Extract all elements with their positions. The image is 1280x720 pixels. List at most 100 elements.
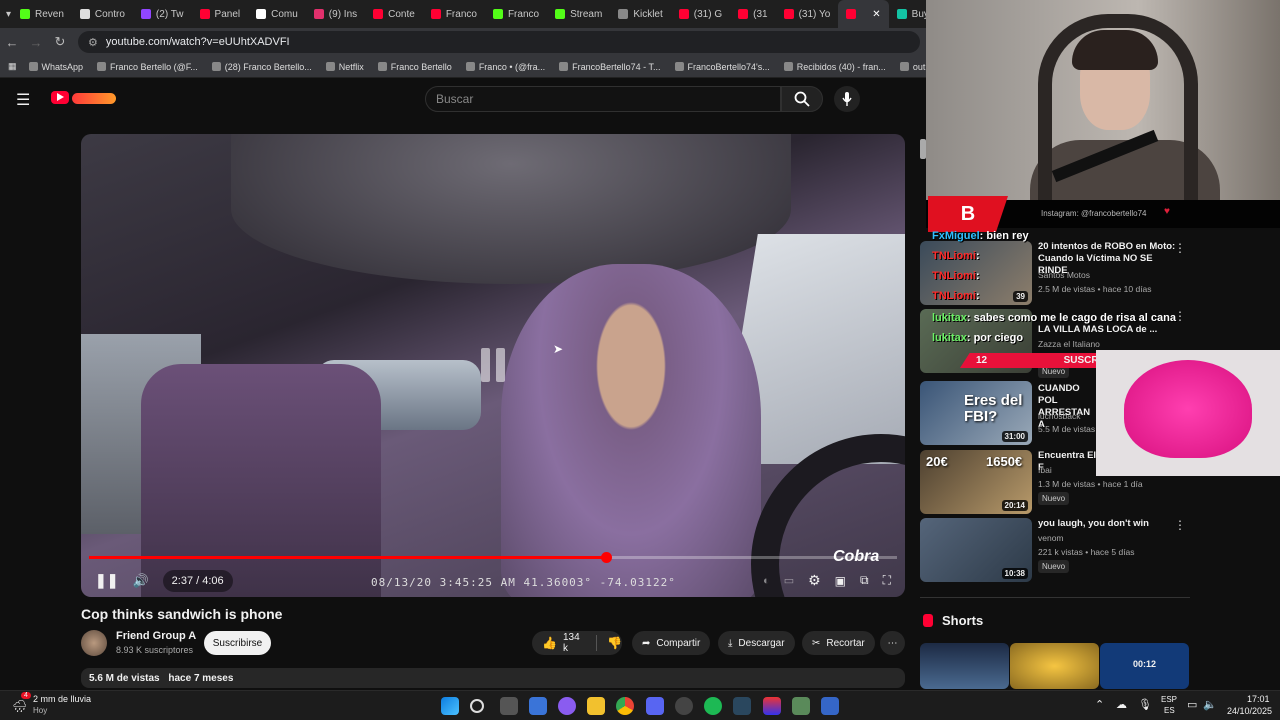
pause-button[interactable]: ❚❚ xyxy=(95,572,118,589)
description-box[interactable]: 5.6 M de vistas hace 7 meses xyxy=(81,668,905,688)
browser-tab[interactable]: Conte xyxy=(365,0,423,28)
video-player[interactable]: ➤ 08/13/20 3:45:25 AM 41.36003° -74.0312… xyxy=(81,134,905,597)
bookmark-item[interactable]: Netflix xyxy=(325,62,364,72)
weather-text[interactable]: 2 mm de lluvia xyxy=(33,694,91,704)
browser-tab[interactable]: (31) Yo xyxy=(776,0,839,28)
file-explorer-icon[interactable] xyxy=(587,697,605,715)
tray-icon[interactable]: ☁ xyxy=(1116,698,1127,711)
browser-tab[interactable]: Reven xyxy=(12,0,72,28)
cast-icon[interactable]: ⧉ xyxy=(860,573,869,588)
subtitles-icon[interactable]: ▭ xyxy=(784,574,794,587)
video-thumbnail[interactable]: Eres del FBI? 31:00 xyxy=(920,381,1032,445)
browser-tab[interactable]: Comu xyxy=(248,0,306,28)
bookmark-item[interactable]: Franco Bertello (@F... xyxy=(97,62,198,72)
browser-tab[interactable]: Kicklet xyxy=(610,0,670,28)
fullscreen-icon[interactable]: ⛶ xyxy=(883,573,891,588)
browser-tab[interactable]: (9) Ins xyxy=(306,0,365,28)
search-button[interactable] xyxy=(781,86,823,112)
browser-tab[interactable]: ✕ xyxy=(838,0,889,28)
app-icon[interactable] xyxy=(792,697,810,715)
site-info-icon[interactable]: ⚙ xyxy=(88,36,98,49)
bookmark-item[interactable]: FrancoBertello74's... xyxy=(674,62,770,72)
youtube-logo[interactable] xyxy=(51,91,69,104)
more-vertical-icon[interactable]: ⋮ xyxy=(1174,518,1186,532)
share-button[interactable]: ➦ Compartir xyxy=(632,631,711,655)
download-button[interactable]: ⤓ Descargar xyxy=(718,631,795,655)
subscribe-button[interactable]: Suscribirse xyxy=(204,631,271,655)
short-thumbnail[interactable] xyxy=(1010,643,1099,689)
video-thumbnail[interactable]: 10:38 xyxy=(920,518,1032,582)
discord-icon[interactable] xyxy=(646,697,664,715)
tray-chevron-icon[interactable]: ⌃ xyxy=(1095,698,1104,711)
bookmark-item[interactable]: Recibidos (40) - fran... xyxy=(783,62,886,72)
channel-avatar[interactable] xyxy=(81,630,107,656)
reload-button[interactable]: ↻ xyxy=(48,34,72,50)
browser-tab[interactable]: Franco xyxy=(423,0,485,28)
progress-bar[interactable] xyxy=(89,552,897,563)
browser-tab[interactable]: Panel xyxy=(192,0,249,28)
app-icon[interactable] xyxy=(821,697,839,715)
apps-icon[interactable]: ▦ xyxy=(8,61,17,72)
clock-date[interactable]: 24/10/2025 xyxy=(1227,706,1272,716)
video-title[interactable]: you laugh, you don't win xyxy=(1038,518,1178,530)
video-title[interactable]: LA VILLA MAS LOCA de ... xyxy=(1038,324,1178,336)
video-channel[interactable]: venom xyxy=(1038,533,1064,543)
chrome-icon[interactable] xyxy=(616,697,634,715)
short-thumbnail[interactable]: 00:12 xyxy=(1100,643,1189,689)
volume-icon[interactable]: 🔊 xyxy=(132,573,148,589)
monitor-icon[interactable]: ▭ xyxy=(1187,698,1197,711)
start-windows-icon[interactable] xyxy=(441,697,459,715)
search-icon[interactable] xyxy=(470,699,484,713)
video-thumbnail[interactable]: 20€ 1650€ 20:14 xyxy=(920,450,1032,514)
chat-message: TNLiomi: xyxy=(932,250,980,262)
more-vertical-icon[interactable]: ⋮ xyxy=(1174,241,1186,255)
clip-button[interactable]: ✂ Recortar xyxy=(802,631,875,655)
browser-tab[interactable]: Franco xyxy=(485,0,547,28)
language-indicator[interactable]: ESP xyxy=(1161,695,1177,704)
dislike-icon[interactable]: 👎 xyxy=(607,636,622,650)
steam-icon[interactable] xyxy=(733,697,751,715)
voice-search-button[interactable] xyxy=(834,86,860,112)
like-count[interactable]: 134 k xyxy=(563,632,582,654)
volume-icon[interactable]: 🔈 xyxy=(1203,698,1217,711)
app-icon[interactable] xyxy=(675,697,693,715)
forward-button[interactable]: → xyxy=(24,35,48,50)
browser-tab[interactable]: (31 xyxy=(730,0,775,28)
bookmark-item[interactable]: Franco Bertello xyxy=(377,62,452,72)
app-icon[interactable] xyxy=(763,697,781,715)
browser-tab[interactable]: (31) G xyxy=(671,0,730,28)
spotify-icon[interactable] xyxy=(704,697,722,715)
bookmark-item[interactable]: FrancoBertello74 - T... xyxy=(559,62,661,72)
short-thumbnail[interactable] xyxy=(920,643,1009,689)
app-icon[interactable] xyxy=(558,697,576,715)
video-channel[interactable]: Ibai xyxy=(1038,465,1052,475)
browser-tab[interactable]: Stream xyxy=(547,0,610,28)
video-channel[interactable]: Santos Motos xyxy=(1038,270,1090,280)
weather-icon[interactable]: 🌧 xyxy=(12,699,27,713)
bookmark-item[interactable]: outlook xyxy=(899,62,926,72)
hamburger-menu-icon[interactable]: ☰ xyxy=(16,90,30,110)
bookmark-item[interactable]: WhatsApp xyxy=(28,62,83,72)
like-icon[interactable]: 👍 xyxy=(542,636,557,650)
back-button[interactable]: ← xyxy=(0,35,24,50)
search-input[interactable]: Buscar xyxy=(425,86,781,112)
more-actions-button[interactable]: ⋯ xyxy=(880,631,905,655)
tab-menu-button[interactable]: ▾ xyxy=(0,0,12,28)
clock-time[interactable]: 17:01 xyxy=(1247,694,1270,704)
browser-tab[interactable]: Contro xyxy=(72,0,133,28)
task-view-icon[interactable] xyxy=(500,697,518,715)
settings-icon[interactable]: ⚙ xyxy=(808,572,821,589)
browser-tab[interactable]: (2) Tw xyxy=(133,0,192,28)
miniplayer-icon[interactable]: ▣ xyxy=(835,574,846,588)
autoplay-toggle[interactable]: ◐ xyxy=(763,575,770,587)
video-channel[interactable]: Zazza el Italiano xyxy=(1038,339,1100,349)
sidebar-video-5[interactable]: 10:38 you laugh, you don't win venom 221… xyxy=(920,518,1190,582)
bookmark-item[interactable]: (28) Franco Bertello... xyxy=(211,62,312,72)
store-icon[interactable] xyxy=(529,697,547,715)
url-field[interactable]: ⚙ youtube.com/watch?v=eUUhtXADVFI xyxy=(78,31,920,53)
channel-name[interactable]: Friend Group A xyxy=(116,630,196,642)
close-icon[interactable]: ✕ xyxy=(872,9,880,20)
bookmark-item[interactable]: Franco • (@fra... xyxy=(465,62,545,72)
tray-mic-icon[interactable]: 🎙 xyxy=(1138,698,1152,711)
video-channel[interactable]: luchosback xyxy=(1038,411,1081,421)
